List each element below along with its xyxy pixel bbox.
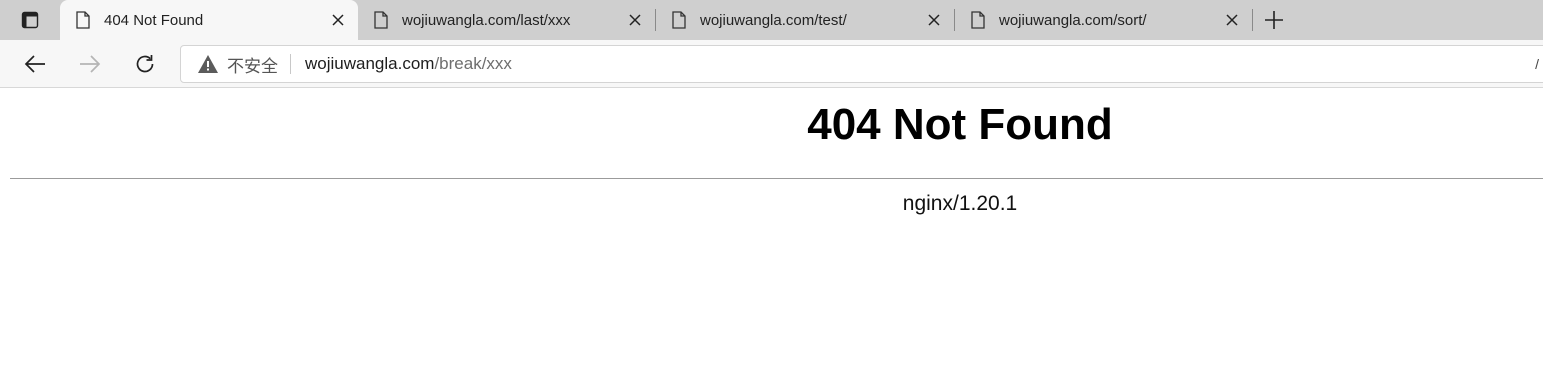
page-icon: [969, 11, 987, 29]
tab-test[interactable]: wojiuwangla.com/test/: [656, 0, 954, 40]
warning-icon[interactable]: [197, 53, 219, 75]
navigation-toolbar: 不安全 wojiuwangla.com/break/xxx /: [0, 40, 1543, 88]
url-text[interactable]: wojiuwangla.com/break/xxx: [305, 54, 512, 74]
page-icon: [670, 11, 688, 29]
server-signature: nginx/1.20.1: [902, 192, 1018, 215]
tab-sort[interactable]: wojiuwangla.com/sort/: [955, 0, 1252, 40]
close-icon[interactable]: [328, 10, 348, 30]
plus-icon: [1265, 11, 1283, 29]
tab-title: 404 Not Found: [104, 11, 204, 29]
new-tab-button[interactable]: [1253, 0, 1295, 40]
back-button[interactable]: [17, 48, 53, 80]
address-bar[interactable]: 不安全 wojiuwangla.com/break/xxx /: [180, 45, 1543, 83]
url-path: /break/xxx: [434, 54, 512, 73]
tab-title: wojiuwangla.com/test/: [700, 11, 847, 29]
url-host: wojiuwangla.com: [305, 54, 435, 73]
tab-actions-icon: [21, 11, 39, 29]
refresh-icon: [136, 55, 154, 73]
address-divider: [290, 54, 291, 74]
tab-title: wojiuwangla.com/last/xxx: [402, 11, 571, 29]
horizontal-rule: [10, 178, 1543, 179]
security-label[interactable]: 不安全: [227, 52, 278, 77]
page-heading: 404 Not Found: [807, 100, 1113, 149]
tab-strip: 404 Not Found wojiuwangla.com/last/xxx w…: [0, 0, 1543, 40]
close-icon[interactable]: [625, 10, 645, 30]
arrow-right-icon: [80, 55, 101, 73]
tab-last[interactable]: wojiuwangla.com/last/xxx: [358, 0, 655, 40]
address-right-glyph: /: [1535, 56, 1539, 72]
tab-actions-button[interactable]: [0, 0, 60, 40]
forward-button[interactable]: [72, 48, 108, 80]
close-icon[interactable]: [924, 10, 944, 30]
refresh-button[interactable]: [127, 48, 163, 80]
close-icon[interactable]: [1222, 10, 1242, 30]
tab-404[interactable]: 404 Not Found: [60, 0, 358, 40]
page-icon: [372, 11, 390, 29]
arrow-left-icon: [24, 55, 45, 73]
page-icon: [74, 11, 92, 29]
tab-title: wojiuwangla.com/sort/: [999, 11, 1147, 29]
